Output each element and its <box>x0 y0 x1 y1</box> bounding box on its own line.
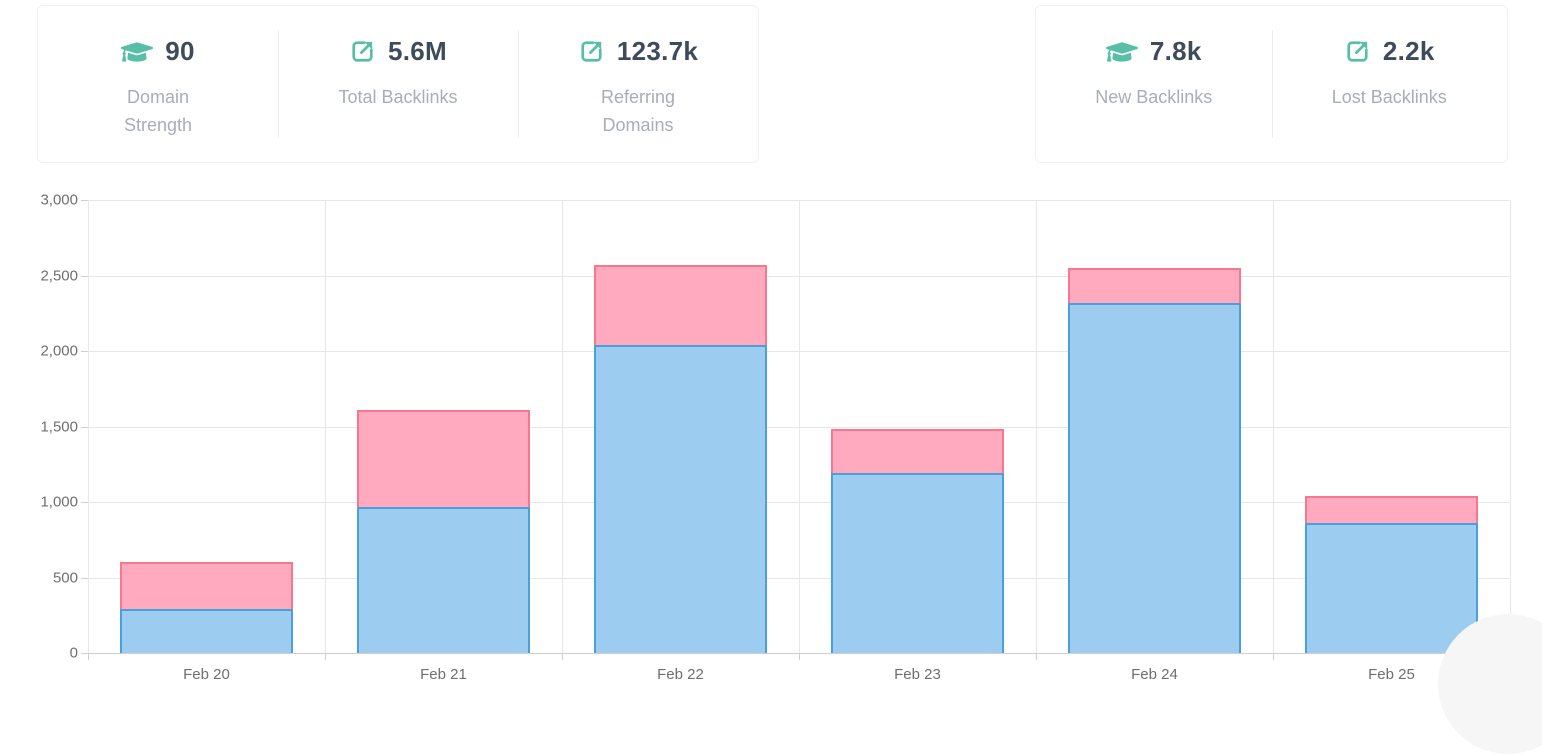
gridline-vertical <box>1036 200 1037 653</box>
y-axis-tick <box>81 276 88 277</box>
y-axis-tick-label: 500 <box>8 570 78 587</box>
bar-segment-blue-feb-22[interactable] <box>594 345 767 653</box>
x-axis-line <box>88 653 1511 654</box>
y-axis-tick-label: 1,000 <box>8 494 78 511</box>
gridline-vertical <box>1510 200 1511 653</box>
x-axis-tick <box>562 653 563 660</box>
bar-segment-blue-feb-25[interactable] <box>1305 523 1478 653</box>
gridline-vertical <box>799 200 800 653</box>
x-axis-tick <box>325 653 326 660</box>
x-axis-label: Feb 23 <box>799 666 1036 683</box>
y-axis-tick <box>81 351 88 352</box>
bar-segment-blue-feb-24[interactable] <box>1068 303 1241 653</box>
x-axis-tick <box>1273 653 1274 660</box>
bar-segment-pink-feb-23[interactable] <box>831 429 1004 473</box>
x-axis-label: Feb 21 <box>325 666 562 683</box>
bar-segment-blue-feb-20[interactable] <box>120 609 293 653</box>
gridline-vertical <box>88 200 89 653</box>
bar-segment-pink-feb-25[interactable] <box>1305 496 1478 523</box>
bar-segment-blue-feb-23[interactable] <box>831 473 1004 653</box>
y-axis-tick-label: 1,500 <box>8 419 78 436</box>
bar-segment-pink-feb-20[interactable] <box>120 562 293 609</box>
x-axis-tick <box>799 653 800 660</box>
gridline-vertical <box>325 200 326 653</box>
x-axis-tick <box>88 653 89 660</box>
bar-segment-blue-feb-21[interactable] <box>357 507 530 653</box>
backlinks-bar-chart: 05001,0001,5002,0002,5003,000Feb 20Feb 2… <box>0 0 1542 702</box>
gridline-vertical <box>1273 200 1274 653</box>
y-axis-tick <box>81 200 88 201</box>
bar-segment-pink-feb-21[interactable] <box>357 410 530 507</box>
x-axis-label: Feb 24 <box>1036 666 1273 683</box>
gridline-vertical <box>562 200 563 653</box>
bar-segment-pink-feb-22[interactable] <box>594 265 767 345</box>
y-axis-tick <box>81 578 88 579</box>
y-axis-tick-label: 0 <box>8 645 78 662</box>
y-axis-tick-label: 3,000 <box>8 192 78 209</box>
bar-segment-pink-feb-24[interactable] <box>1068 268 1241 303</box>
y-axis-tick <box>81 653 88 654</box>
x-axis-tick <box>1036 653 1037 660</box>
y-axis-tick <box>81 502 88 503</box>
y-axis-tick <box>81 427 88 428</box>
x-axis-label: Feb 20 <box>88 666 325 683</box>
y-axis-tick-label: 2,000 <box>8 343 78 360</box>
y-axis-tick-label: 2,500 <box>8 268 78 285</box>
x-axis-label: Feb 22 <box>562 666 799 683</box>
